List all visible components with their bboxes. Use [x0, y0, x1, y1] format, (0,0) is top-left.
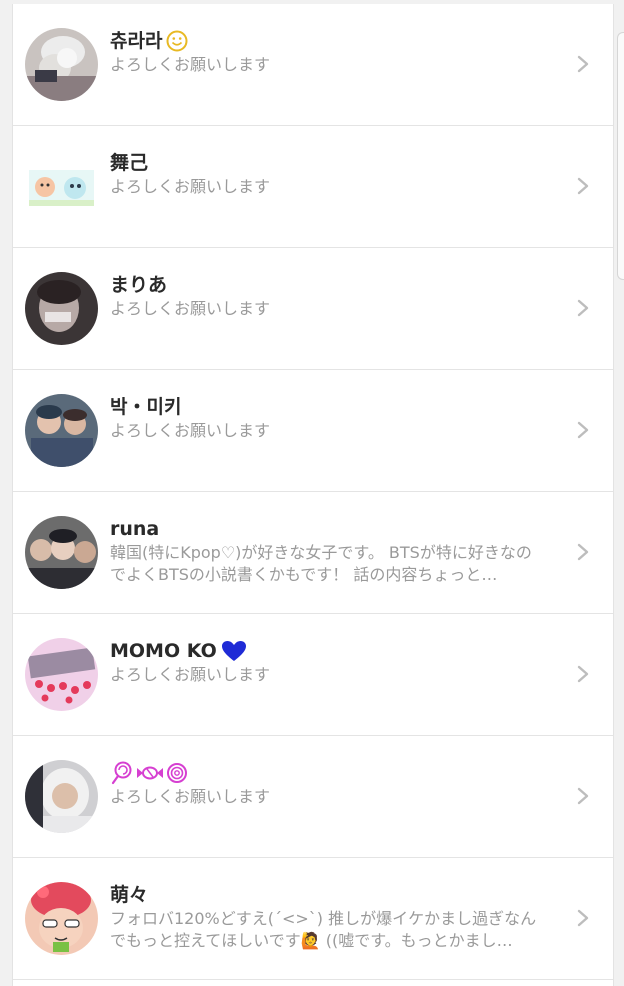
user-bio: よろしくお願いします	[110, 177, 271, 196]
user-name: 舞己	[110, 152, 149, 174]
avatar	[25, 394, 98, 467]
user-list: 츄라라 よろしくお願いします 舞己 よろしくお願いします まりあ よろしくお願い…	[12, 4, 614, 986]
chevron-right-icon	[577, 177, 589, 195]
blue-heart-icon	[221, 640, 247, 662]
avatar	[25, 760, 98, 833]
user-row[interactable]: 萌々 フォロバ120%どすえ(´<>`) 推しが爆イケかまし過ぎなんでもっと控え…	[13, 858, 613, 980]
user-bio: よろしくお願いします	[110, 665, 271, 684]
user-name: まりあ	[110, 274, 168, 296]
user-bio: 韓国(特にKpop♡)が好きな女子です。 BTSが特に好きなのでよくBTSの小説…	[110, 543, 532, 584]
user-bio: よろしくお願いします	[110, 299, 271, 318]
user-bio: よろしくお願いします	[110, 55, 271, 74]
user-name: 박・미키	[110, 396, 182, 418]
user-name: 萌々	[110, 884, 149, 906]
user-row[interactable]: よろしくお願いします	[13, 736, 613, 858]
chevron-right-icon	[577, 787, 589, 805]
avatar	[25, 516, 98, 589]
user-row[interactable]: MOMO KO よろしくお願いします	[13, 614, 613, 736]
user-name: MOMO KO	[110, 638, 546, 664]
user-name: 츄라라	[110, 28, 546, 54]
avatar	[25, 638, 98, 711]
user-row[interactable]: 舞己 よろしくお願いします	[13, 126, 613, 248]
chevron-right-icon	[577, 665, 589, 683]
user-row[interactable]: まりあ よろしくお願いします	[13, 248, 613, 370]
edge-panel-handle[interactable]	[617, 32, 624, 280]
user-row[interactable]: 박・미키 よろしくお願いします	[13, 370, 613, 492]
chevron-right-icon	[577, 55, 589, 73]
chevron-right-icon	[577, 421, 589, 439]
user-row[interactable]: runa 韓国(特にKpop♡)が好きな女子です。 BTSが特に好きなのでよくB…	[13, 492, 613, 614]
avatar	[25, 28, 98, 101]
avatar	[25, 272, 98, 345]
user-name: runa	[110, 518, 160, 540]
chevron-right-icon	[577, 299, 589, 317]
user-list-screen: 츄라라 よろしくお願いします 舞己 よろしくお願いします まりあ よろしくお願い…	[0, 0, 624, 986]
user-row[interactable]: 츄라라 よろしくお願いします	[13, 4, 613, 126]
user-bio: よろしくお願いします	[110, 787, 271, 806]
user-bio: よろしくお願いします	[110, 421, 271, 440]
lollipop-candy-icons	[110, 761, 190, 785]
smiley-icon	[166, 30, 188, 52]
avatar	[25, 882, 98, 955]
user-name	[110, 760, 546, 786]
chevron-right-icon	[577, 543, 589, 561]
chevron-right-icon	[577, 909, 589, 927]
user-bio: フォロバ120%どすえ(´<>`) 推しが爆イケかまし過ぎなんでもっと控えてほし…	[110, 909, 537, 950]
avatar	[29, 170, 94, 206]
